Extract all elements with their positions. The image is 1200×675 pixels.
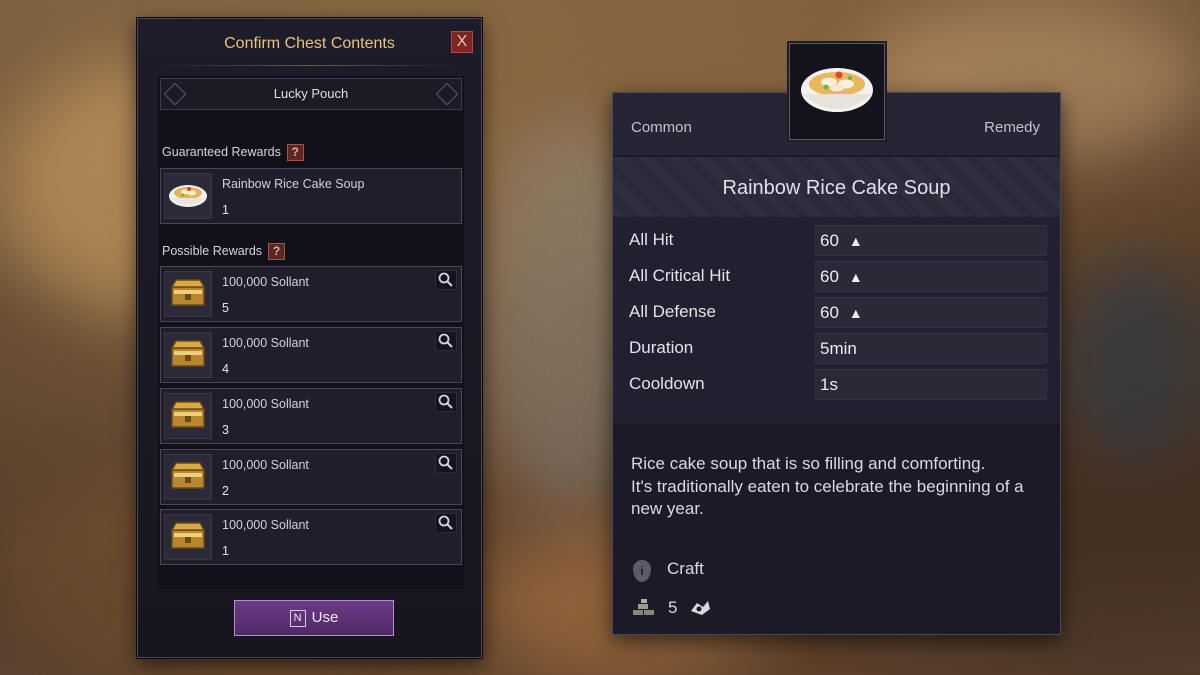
stat-label: Cooldown <box>629 374 705 393</box>
gold-bars-icon <box>631 599 657 617</box>
stat-value: 5min <box>820 339 857 358</box>
info-pin-icon: i <box>633 560 651 582</box>
reward-name: 100,000 Sollant <box>222 458 309 472</box>
item-tooltip: Common Remedy Rainbow Rice Cake Soup All… <box>612 92 1061 635</box>
stat-label: All Hit <box>629 230 674 249</box>
help-icon[interactable]: ? <box>268 243 286 260</box>
gold-chest-icon <box>164 271 212 317</box>
arrow-up-icon: ▲ <box>848 305 863 321</box>
item-description: Rice cake soup that is so filling and co… <box>631 453 1041 521</box>
help-icon[interactable]: ? <box>286 144 304 161</box>
window-title: Confirm Chest Contents <box>224 35 395 52</box>
possible-reward-item[interactable]: 100,000 Sollant 4 <box>160 327 462 383</box>
stat-value: 60 <box>820 231 839 250</box>
magnifier-icon[interactable] <box>435 392 457 412</box>
magnifier-icon[interactable] <box>435 270 457 290</box>
ornament-right-icon <box>435 82 459 106</box>
reward-quantity: 3 <box>222 423 229 437</box>
stat-value-box: 60 ▲ <box>815 225 1047 256</box>
magnifier-icon[interactable] <box>435 513 457 533</box>
stat-value: 1s <box>820 375 838 394</box>
stat-row: Cooldown 1s <box>613 367 1060 401</box>
stat-row: All Critical Hit 60 ▲ <box>613 259 1060 293</box>
item-name: Rainbow Rice Cake Soup <box>613 157 1060 217</box>
rewards-panel: Lucky Pouch Guaranteed Rewards? Rainbow … <box>158 76 464 589</box>
guaranteed-rewards-heading: Guaranteed Rewards? <box>162 144 304 161</box>
gold-chest-icon <box>164 514 212 560</box>
rice-cake-soup-icon <box>801 68 873 112</box>
reward-quantity: 4 <box>222 362 229 376</box>
reward-quantity: 1 <box>222 544 229 558</box>
stat-label: All Defense <box>629 302 716 321</box>
description-line: Rice cake soup that is so filling and co… <box>631 454 986 473</box>
ornament-left-icon <box>163 82 187 106</box>
stats-table: All Hit 60 ▲ All Critical Hit 60 ▲ All Def… <box>613 217 1060 423</box>
stat-value-box: 1s <box>815 369 1047 400</box>
stat-row: All Hit 60 ▲ <box>613 223 1060 257</box>
arrow-up-icon: ▲ <box>848 233 863 249</box>
stack-count: 5 <box>668 598 678 617</box>
bound-item-icon <box>687 597 713 619</box>
item-category: Remedy <box>984 119 1040 136</box>
reward-name: 100,000 Sollant <box>222 397 309 411</box>
rice-cake-soup-icon <box>164 173 212 219</box>
reward-quantity: 1 <box>222 203 229 217</box>
confirm-chest-window: Confirm Chest Contents X Lucky Pouch Gua… <box>137 18 482 658</box>
stat-value-box: 5min <box>815 333 1047 364</box>
stat-value: 60 <box>820 303 839 322</box>
stat-label: All Critical Hit <box>629 266 731 285</box>
hotkey-badge: N <box>289 610 306 627</box>
guaranteed-rewards-label: Guaranteed Rewards <box>162 144 281 159</box>
arrow-up-icon: ▲ <box>848 269 863 285</box>
possible-reward-item[interactable]: 100,000 Sollant 2 <box>160 449 462 505</box>
possible-reward-item[interactable]: 100,000 Sollant 3 <box>160 388 462 444</box>
stat-value-box: 60 ▲ <box>815 261 1047 292</box>
reward-name: Rainbow Rice Cake Soup <box>222 177 365 191</box>
possible-rewards-label: Possible Rewards <box>162 243 263 258</box>
reward-name: 100,000 Sollant <box>222 518 309 532</box>
use-button[interactable]: N Use <box>234 600 394 636</box>
reward-name: 100,000 Sollant <box>222 336 309 350</box>
stat-label: Duration <box>629 338 694 357</box>
stat-value: 60 <box>820 267 839 286</box>
item-icon-frame <box>789 43 885 140</box>
gold-chest-icon <box>164 332 212 378</box>
magnifier-icon[interactable] <box>435 453 457 473</box>
gold-chest-icon <box>164 393 212 439</box>
possible-reward-item[interactable]: 100,000 Sollant 5 <box>160 266 462 322</box>
possible-reward-item[interactable]: 100,000 Sollant 1 <box>160 509 462 565</box>
reward-quantity: 5 <box>222 301 229 315</box>
use-button-label: Use <box>311 609 339 626</box>
reward-quantity: 2 <box>222 484 229 498</box>
source-label: Craft <box>667 559 704 578</box>
stat-value-box: 60 ▲ <box>815 297 1047 328</box>
description-line: It's traditionally eaten to celebrate th… <box>631 476 1024 519</box>
magnifier-icon[interactable] <box>435 331 457 351</box>
possible-rewards-heading: Possible Rewards? <box>162 243 286 260</box>
item-grade: Common <box>631 119 692 136</box>
stat-row: Duration 5min <box>613 331 1060 365</box>
stat-row: All Defense 60 ▲ <box>613 295 1060 329</box>
title-divider <box>158 65 461 66</box>
pouch-header: Lucky Pouch <box>160 78 462 110</box>
guaranteed-reward-item[interactable]: Rainbow Rice Cake Soup 1 <box>160 168 462 224</box>
pouch-name: Lucky Pouch <box>273 86 349 101</box>
close-button[interactable]: X <box>451 31 473 53</box>
stack-row: 5 <box>631 596 751 620</box>
reward-name: 100,000 Sollant <box>222 275 309 289</box>
gold-chest-icon <box>164 454 212 500</box>
